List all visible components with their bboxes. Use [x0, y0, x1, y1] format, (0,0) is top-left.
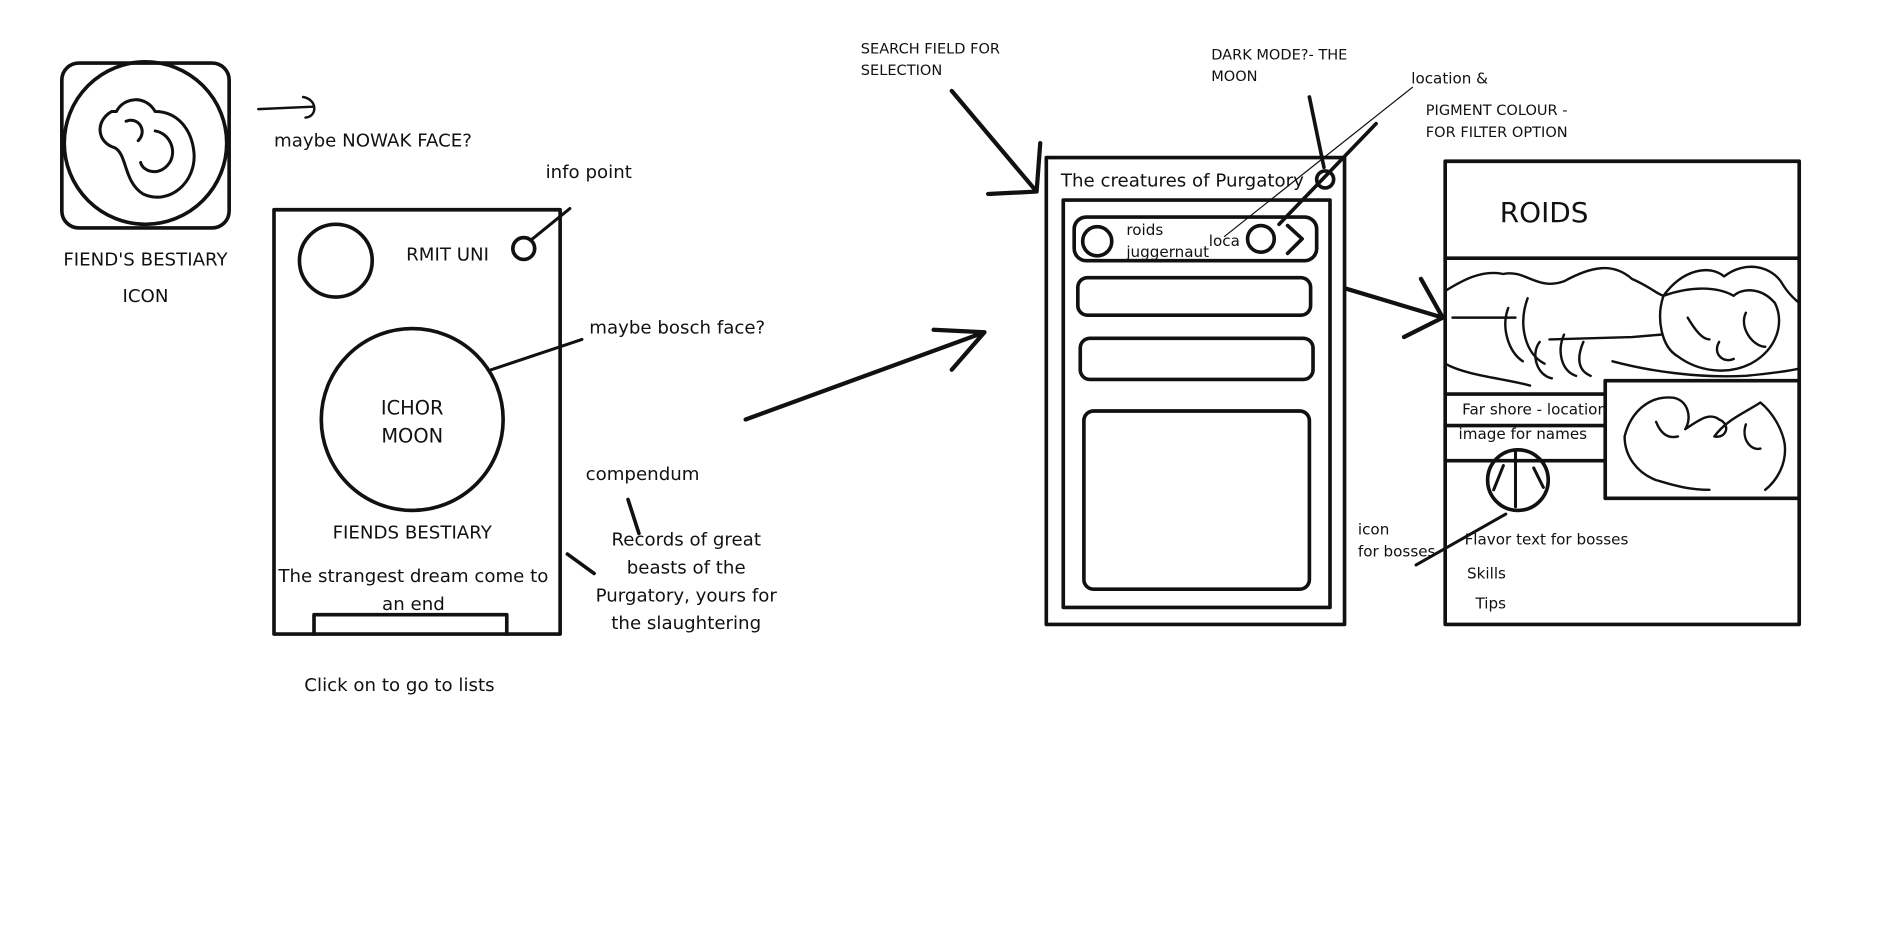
avatar-placeholder — [297, 222, 375, 299]
list-item-2 — [1076, 275, 1313, 318]
skills-label[interactable]: Skills — [1467, 564, 1506, 583]
moon-toggle-icon — [1314, 169, 1336, 190]
search-note-2: SELECTION — [860, 61, 943, 79]
wireframe-canvas: FIEND'S BESTIARY ICON maybe NOWAK FACE? … — [0, 0, 1879, 926]
moon-label-1: ICHOR — [380, 396, 444, 420]
app-icon-caption-2: ICON — [122, 284, 169, 307]
bosch-face-note: maybe bosch face? — [589, 316, 766, 339]
pigment-note-1: PIGMENT COLOUR - — [1425, 101, 1568, 119]
records-note-1: Records of great — [611, 528, 761, 551]
nowak-face-note: maybe NOWAK FACE? — [274, 129, 472, 152]
flow-arrow-to-detail — [1343, 276, 1445, 340]
info-point-note: info point — [545, 161, 632, 184]
landing-title: FIENDS BESTIARY — [332, 521, 492, 544]
list-item-name-2[interactable]: juggernaut — [1126, 242, 1209, 261]
detail-screen-frame — [1443, 159, 1802, 627]
tagline-line-2[interactable]: an end — [274, 593, 553, 615]
image-label: image for names — [1458, 424, 1588, 443]
tagline-line-1[interactable]: The strangest dream come to — [274, 565, 553, 587]
info-point-pointer — [529, 207, 572, 242]
dark-mode-note-1: DARK MODE?- THE — [1211, 46, 1348, 64]
records-note-4: the slaughtering — [611, 612, 762, 635]
list-title[interactable]: The creatures of Purgatory — [1061, 170, 1304, 192]
records-note-3: Purgatory, yours for — [595, 584, 777, 607]
list-item-3 — [1078, 336, 1315, 382]
compendum-note: compendum — [585, 463, 700, 485]
search-arrow — [949, 88, 1043, 197]
list-screen-frame — [1044, 155, 1347, 627]
sketch-drawing — [60, 60, 1802, 636]
location-thin-pointer — [1223, 86, 1414, 238]
boss-icon-note-2: for bosses — [1357, 541, 1436, 561]
enter-button-outline — [312, 612, 509, 636]
location-pigment-dot — [1245, 223, 1277, 254]
location-label: Far shore - location — [1462, 400, 1608, 419]
list-item-location: loca — [1208, 231, 1240, 250]
chevron-right-icon — [1285, 223, 1304, 256]
moon-label-2: MOON — [381, 424, 444, 448]
records-pointer — [565, 552, 596, 576]
flow-arrow-to-list — [743, 327, 987, 422]
nowak-arrow — [257, 95, 316, 119]
location-note: location & — [1411, 69, 1489, 88]
app-icon-caption-1: FIEND'S BESTIARY — [63, 248, 228, 271]
brand-label: RMIT UNI — [406, 243, 490, 266]
tips-label[interactable]: Tips — [1475, 594, 1506, 613]
inset-image-frame — [1603, 378, 1802, 501]
pigment-note-2: FOR FILTER OPTION — [1425, 123, 1568, 141]
list-item-name-1[interactable]: roids — [1126, 221, 1163, 240]
list-item-4 — [1082, 409, 1312, 592]
app-icon — [60, 60, 231, 230]
records-note-2: beasts of the — [626, 556, 746, 579]
bosch-pointer — [489, 337, 584, 372]
detail-title: ROIDS — [1499, 197, 1589, 230]
flavor-text: Flavor text for bosses — [1464, 529, 1629, 549]
search-note-1: SEARCH FIELD FOR — [860, 40, 1001, 57]
boss-icon-note-1: icon — [1357, 520, 1390, 539]
dark-mode-note-2: MOON — [1211, 67, 1258, 85]
click-note: Click on to go to lists — [304, 674, 495, 696]
